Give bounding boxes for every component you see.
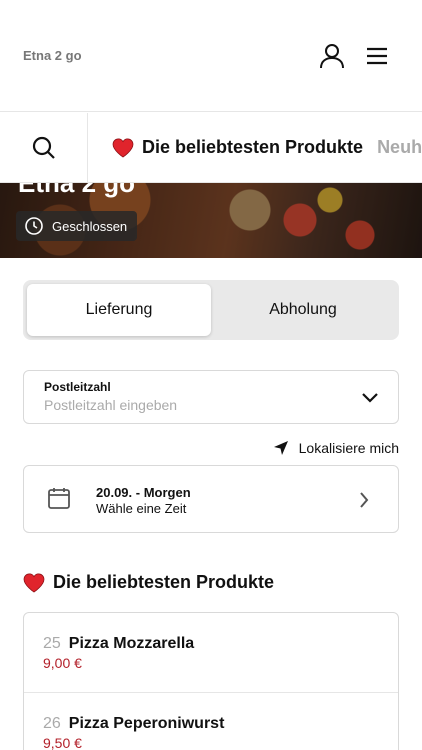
status-text: Geschlossen <box>52 218 128 234</box>
product-list: 25 Pizza Mozzarella 9,00 € 26 Pizza Pepe… <box>23 612 399 750</box>
postcode-field[interactable]: Postleitzahl <box>23 370 399 424</box>
delivery-time-hint: Wähle eine Zeit <box>96 501 187 516</box>
section-title: Die beliebtesten Produkte <box>23 572 274 593</box>
location-arrow-icon <box>273 441 288 455</box>
category-search-button[interactable] <box>0 113 88 182</box>
category-tab-popular[interactable]: Die beliebtesten Produkte <box>112 137 363 158</box>
product-number: 25 <box>43 635 61 652</box>
status-badge: Geschlossen <box>16 211 138 241</box>
pickup-option[interactable]: Abholung <box>211 284 395 336</box>
product-price: 9,00 € <box>43 655 82 671</box>
product-number: 26 <box>43 715 61 732</box>
section-title-text: Die beliebtesten Produkte <box>53 572 275 592</box>
delivery-date: 20.09. - Morgen <box>96 485 191 500</box>
hamburger-menu-icon[interactable] <box>364 43 390 69</box>
search-icon <box>32 136 55 159</box>
postcode-label: Postleitzahl <box>44 380 111 394</box>
heart-icon <box>23 573 45 593</box>
category-tab-new[interactable]: Neuheiten <box>377 137 422 158</box>
list-item[interactable]: 25 Pizza Mozzarella 9,00 € <box>24 613 398 693</box>
calendar-icon <box>48 488 70 509</box>
chevron-down-icon[interactable] <box>360 390 380 406</box>
delivery-option[interactable]: Lieferung <box>27 284 211 336</box>
chevron-right-icon <box>360 492 369 508</box>
category-label: Neuheiten <box>377 137 422 157</box>
clock-icon <box>25 217 43 235</box>
order-mode-toggle: Lieferung Abholung <box>23 280 399 340</box>
product-name: Pizza Mozzarella <box>68 635 195 652</box>
locate-me-button[interactable]: Lokalisiere mich <box>273 440 399 456</box>
product-name: Pizza Peperoniwurst <box>68 715 225 732</box>
category-label: Die beliebtesten Produkte <box>142 137 364 157</box>
list-item[interactable]: 26 Pizza Peperoniwurst 9,50 € <box>24 693 398 750</box>
category-bar: Die beliebtesten Produkte Neuheiten <box>0 113 422 183</box>
postcode-input[interactable] <box>44 393 344 417</box>
locate-me-label: Lokalisiere mich <box>298 440 399 456</box>
heart-icon <box>112 138 134 158</box>
product-price: 9,50 € <box>43 735 82 750</box>
brand-name: Etna 2 go <box>23 48 82 63</box>
delivery-time-picker[interactable]: 20.09. - Morgen Wähle eine Zeit <box>23 465 399 533</box>
top-bar: Etna 2 go <box>0 0 422 112</box>
user-icon[interactable] <box>318 42 346 70</box>
